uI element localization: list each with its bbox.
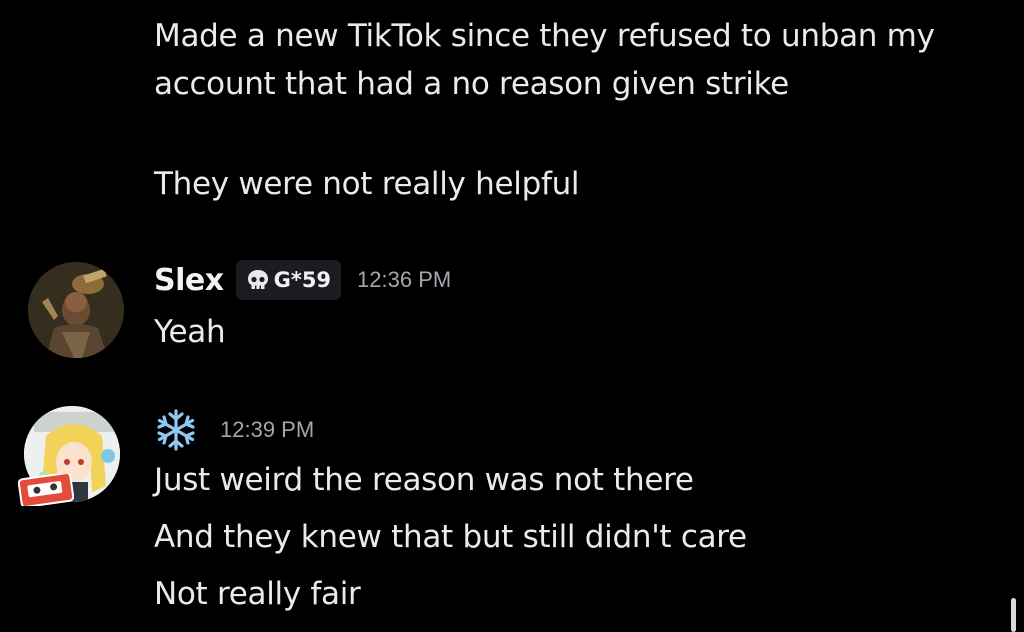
scrollbar-thumb[interactable] xyxy=(1011,598,1016,632)
message-text-line: Just weird the reason was not there xyxy=(154,462,694,498)
message-header-snowflake-user: 12:39 PM xyxy=(154,408,314,452)
avatar-slex[interactable] xyxy=(28,262,124,358)
message-text-line: account that had a no reason given strik… xyxy=(154,66,789,102)
message-text-line: Not really fair xyxy=(154,576,361,612)
username-snowflake-user[interactable] xyxy=(154,408,198,452)
timestamp[interactable]: 12:36 PM xyxy=(357,267,451,293)
avatar-image xyxy=(28,262,124,358)
snowflake-icon xyxy=(157,409,195,451)
cassette-decoration xyxy=(17,472,75,508)
message-text-line: And they knew that but still didn't care xyxy=(154,519,747,555)
username-slex[interactable]: Slex xyxy=(154,263,224,298)
guild-tag-label: G*59 xyxy=(273,268,332,292)
timestamp[interactable]: 12:39 PM xyxy=(220,417,314,443)
guild-tag[interactable]: G*59 xyxy=(235,260,342,300)
message-text-line: Made a new TikTok since they refused to … xyxy=(154,18,935,54)
message-text-line: They were not really helpful xyxy=(154,166,580,202)
message-text-line: Yeah xyxy=(154,314,226,350)
cassette-icon xyxy=(17,472,75,508)
skull-icon xyxy=(247,270,268,289)
message-header-slex: Slex G*59 12:36 PM xyxy=(154,260,451,300)
